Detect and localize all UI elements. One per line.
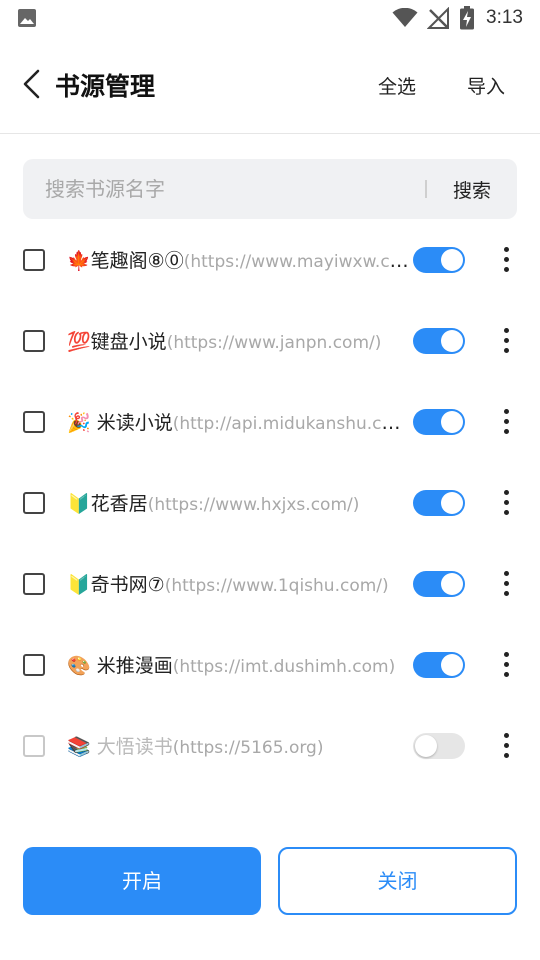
row-checkbox[interactable] bbox=[23, 492, 45, 514]
more-vertical-icon[interactable] bbox=[497, 406, 515, 438]
search-input[interactable] bbox=[45, 159, 415, 219]
row-checkbox[interactable] bbox=[23, 330, 45, 352]
more-vertical-icon[interactable] bbox=[497, 730, 515, 762]
status-time: 3:13 bbox=[486, 7, 523, 28]
more-vertical-icon[interactable] bbox=[497, 649, 515, 681]
source-row[interactable]: 🔰奇书网⑦(https://www.1qishu.com/) bbox=[0, 543, 540, 624]
source-url: (https://imt.dushimh.com) bbox=[172, 657, 396, 677]
source-emoji: 💯 bbox=[67, 331, 91, 353]
source-name-line: 📚 大悟读书(https://5165.org) bbox=[67, 732, 409, 759]
back-arrow-icon[interactable] bbox=[20, 68, 44, 100]
source-url: (https://www.janpn.com/) bbox=[166, 333, 382, 353]
source-url: (https://www.mayiwxw.com/) bbox=[183, 252, 409, 272]
source-emoji: 🍁 bbox=[67, 250, 91, 272]
source-name-line: 🔰花香居(https://www.hxjxs.com/) bbox=[67, 489, 409, 516]
more-vertical-icon[interactable] bbox=[497, 568, 515, 600]
source-name-line: 🎉 米读小说(http://api.midukanshu.com/) bbox=[67, 408, 409, 435]
source-list: 🍁笔趣阁⑧⓪(https://www.mayiwxw.com/) 💯键盘小说(h… bbox=[0, 219, 540, 786]
import-button[interactable]: 导入 bbox=[467, 72, 505, 99]
source-toggle[interactable] bbox=[413, 652, 465, 678]
no-signal-icon bbox=[427, 7, 449, 29]
source-emoji: 📚 bbox=[67, 736, 91, 758]
source-url: (https://5165.org) bbox=[172, 738, 324, 758]
source-toggle[interactable] bbox=[413, 247, 465, 273]
search-button[interactable]: 搜索 bbox=[453, 176, 491, 203]
row-checkbox[interactable] bbox=[23, 735, 45, 757]
source-emoji: 🎨 bbox=[67, 655, 91, 677]
source-emoji: 🔰 bbox=[67, 493, 91, 515]
more-vertical-icon[interactable] bbox=[497, 487, 515, 519]
toggle-knob bbox=[441, 492, 463, 514]
more-vertical-icon[interactable] bbox=[497, 244, 515, 276]
source-toggle[interactable] bbox=[413, 733, 465, 759]
source-toggle[interactable] bbox=[413, 571, 465, 597]
status-bar: 3:13 bbox=[0, 0, 540, 38]
source-name: 奇书网⑦ bbox=[90, 574, 165, 596]
source-toggle[interactable] bbox=[413, 490, 465, 516]
source-toggle[interactable] bbox=[413, 328, 465, 354]
source-row[interactable]: 💯键盘小说(https://www.janpn.com/) bbox=[0, 300, 540, 381]
source-name: 花香居 bbox=[90, 493, 148, 515]
more-vertical-icon[interactable] bbox=[497, 325, 515, 357]
source-name: 米推漫画 bbox=[90, 655, 173, 677]
source-name: 米读小说 bbox=[90, 412, 173, 434]
row-checkbox[interactable] bbox=[23, 249, 45, 271]
source-name: 大悟读书 bbox=[90, 736, 173, 758]
toggle-knob bbox=[441, 573, 463, 595]
row-checkbox[interactable] bbox=[23, 654, 45, 676]
source-name-line: 🍁笔趣阁⑧⓪(https://www.mayiwxw.com/) bbox=[67, 246, 409, 273]
source-url: (https://www.1qishu.com/) bbox=[164, 576, 389, 596]
search-divider bbox=[425, 180, 427, 198]
enable-button[interactable]: 开启 bbox=[23, 847, 261, 915]
row-checkbox[interactable] bbox=[23, 411, 45, 433]
source-emoji: 🎉 bbox=[67, 412, 91, 434]
page-title: 书源管理 bbox=[55, 72, 156, 101]
header: 书源管理 全选 导入 bbox=[0, 38, 540, 134]
toggle-knob bbox=[441, 654, 463, 676]
toggle-knob bbox=[441, 411, 463, 433]
source-name-line: 🔰奇书网⑦(https://www.1qishu.com/) bbox=[67, 570, 409, 597]
source-url: (http://api.midukanshu.com/) bbox=[172, 414, 409, 434]
source-row[interactable]: 🎉 米读小说(http://api.midukanshu.com/) bbox=[0, 381, 540, 462]
source-row[interactable]: 🔰花香居(https://www.hxjxs.com/) bbox=[0, 462, 540, 543]
source-emoji: 🔰 bbox=[67, 574, 91, 596]
source-row[interactable]: 🎨 米推漫画(https://imt.dushimh.com) bbox=[0, 624, 540, 705]
disable-button[interactable]: 关闭 bbox=[278, 847, 517, 915]
toggle-knob bbox=[441, 249, 463, 271]
search-bar: 搜索 bbox=[23, 159, 517, 219]
wifi-icon bbox=[392, 8, 418, 27]
source-row[interactable]: 📚 大悟读书(https://5165.org) bbox=[0, 705, 540, 786]
source-url: (https://www.hxjxs.com/) bbox=[147, 495, 360, 515]
image-icon bbox=[18, 9, 36, 27]
select-all-button[interactable]: 全选 bbox=[378, 72, 416, 99]
source-name: 笔趣阁⑧⓪ bbox=[90, 250, 184, 272]
source-name: 键盘小说 bbox=[90, 331, 167, 353]
battery-charging-icon bbox=[460, 6, 474, 30]
source-name-line: 💯键盘小说(https://www.janpn.com/) bbox=[67, 327, 409, 354]
toggle-knob bbox=[441, 330, 463, 352]
source-name-line: 🎨 米推漫画(https://imt.dushimh.com) bbox=[67, 651, 409, 678]
toggle-knob bbox=[415, 735, 437, 757]
source-row[interactable]: 🍁笔趣阁⑧⓪(https://www.mayiwxw.com/) bbox=[0, 219, 540, 300]
source-toggle[interactable] bbox=[413, 409, 465, 435]
row-checkbox[interactable] bbox=[23, 573, 45, 595]
